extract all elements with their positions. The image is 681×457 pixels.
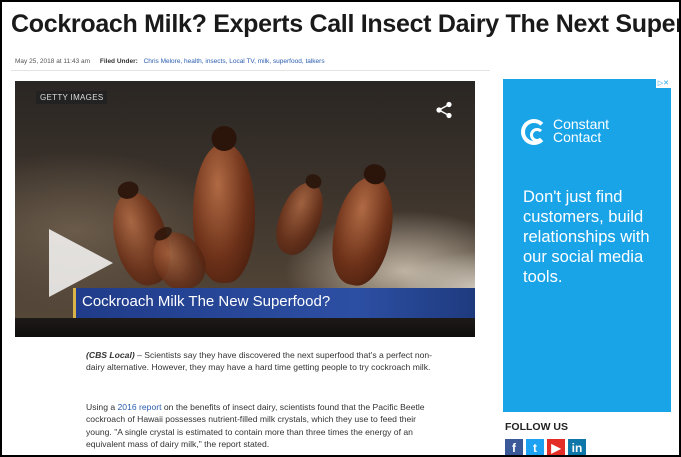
article-meta: May 25, 2018 at 11:43 am Filed Under: Ch… [15,58,325,65]
follow-us-label: FOLLOW US [505,421,568,433]
advertisement[interactable]: ▷✕ Constant Contact Don't just find cust… [503,79,671,412]
browser-frame: Cockroach Milk? Experts Call Insect Dair… [0,0,681,457]
video-footer-bar [15,318,475,337]
twitter-icon[interactable]: t [526,439,544,455]
ad-choices-close[interactable]: ▷✕ [655,79,671,88]
source-label: (CBS Local) [86,350,135,360]
constant-contact-logo-icon [521,119,547,145]
paragraph-text: Using a [86,402,118,412]
paragraph-text: – Scientists say they have discovered th… [86,350,433,373]
article-date: May 25, 2018 at 11:43 am [15,58,91,65]
play-icon[interactable] [49,229,113,297]
youtube-icon[interactable]: ▶ [547,439,565,455]
article-paragraph: Using a 2016 report on the benefits of i… [86,401,436,450]
video-lower-third: Cockroach Milk The New Superfood? [73,288,475,318]
getty-watermark: GETTY IMAGES [36,91,108,104]
cockroach-image [268,176,332,261]
ad-copy: Don't just find customers, build relatio… [523,188,650,286]
cockroach-image [324,171,402,291]
article-tags[interactable]: Chris Melore, health, insects, Local TV,… [144,58,325,65]
report-link[interactable]: 2016 report [118,402,162,412]
article-headline: Cockroach Milk? Experts Call Insect Dair… [11,10,681,38]
social-links: f t ▶ in [505,439,586,455]
facebook-icon[interactable]: f [505,439,523,455]
article-paragraph: (CBS Local) – Scientists say they have d… [86,349,436,374]
linkedin-icon[interactable]: in [568,439,586,455]
filed-under-label: Filed Under: [99,58,138,65]
video-caption: Cockroach Milk The New Superfood? [82,293,331,310]
ad-brand-name: Constant Contact [553,116,610,145]
share-icon[interactable] [435,101,453,119]
video-player[interactable]: GETTY IMAGES Cockroach Milk The New Supe… [15,81,475,337]
divider [11,70,490,71]
